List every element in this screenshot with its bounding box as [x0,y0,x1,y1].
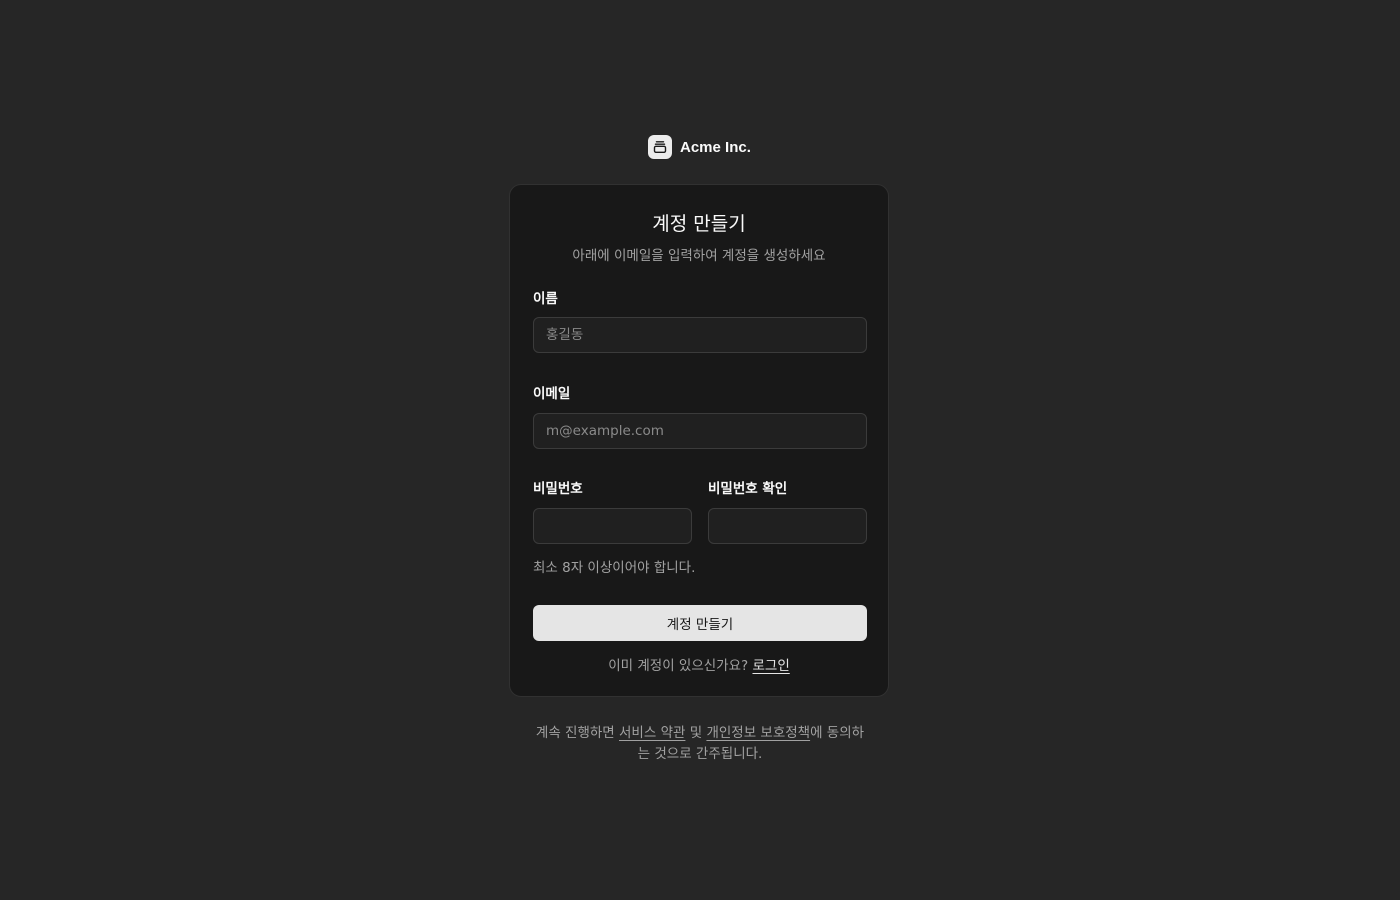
name-label: 이름 [533,291,558,307]
card-title: 계정 만들기 [652,213,746,235]
name-input[interactable] [533,317,867,353]
terms-notice: 계속 진행하면 서비스 약관 및 개인정보 보호정책에 동의하는 것으로 간주됩… [530,723,870,765]
brand[interactable]: Acme Inc. [648,135,751,159]
password-hint: 최소 8자 이상이어야 합니다. [533,560,696,576]
confirm-password-input[interactable] [708,508,867,544]
login-prompt: 이미 계정이 있으신가요? 로그인 [510,654,888,674]
brand-name: Acme Inc. [680,138,751,156]
login-prompt-text: 이미 계정이 있으신가요? [608,658,749,674]
password-input[interactable] [533,508,692,544]
signup-card: 계정 만들기 아래에 이메일을 입력하여 계정을 생성하세요 이름 이메일 비밀… [509,184,889,697]
confirm-password-label: 비밀번호 확인 [708,481,788,497]
card-description: 아래에 이메일을 입력하여 계정을 생성하세요 [572,248,826,264]
email-label: 이메일 [533,386,571,402]
password-label: 비밀번호 [533,481,583,497]
privacy-link[interactable]: 개인정보 보호정책 [706,725,810,741]
terms-link[interactable]: 서비스 약관 [619,725,685,741]
terms-and: 및 [685,725,707,741]
create-account-button[interactable]: 계정 만들기 [533,605,867,641]
terms-prefix: 계속 진행하면 [535,725,620,741]
email-input[interactable] [533,413,867,449]
login-link[interactable]: 로그인 [752,658,789,674]
gallery-stack-icon [648,135,672,159]
